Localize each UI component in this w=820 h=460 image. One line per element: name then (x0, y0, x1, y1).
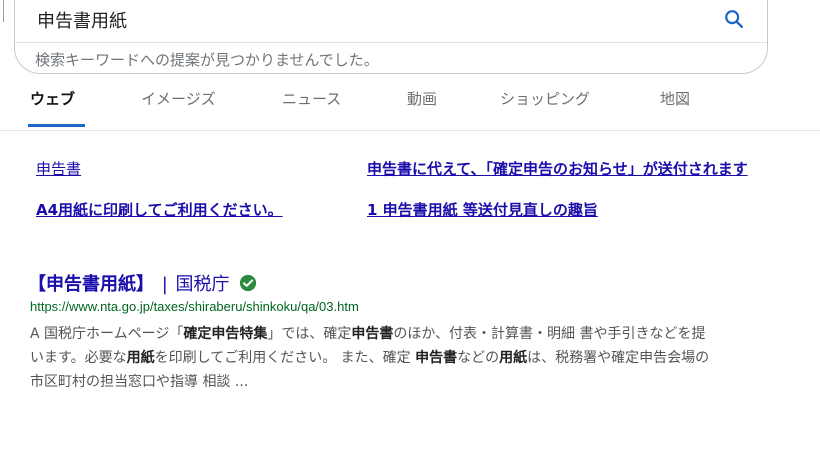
snippet-bold: 用紙 (499, 350, 528, 366)
snippet-bold: 申告書 (415, 350, 458, 366)
snippet-text: を印刷してご利用ください。 また、確定 (154, 350, 416, 366)
result-url[interactable]: https://www.nta.go.jp/taxes/shiraberu/sh… (30, 299, 359, 314)
snippet-text: などの (457, 350, 500, 366)
active-tab-indicator (28, 124, 85, 127)
related-link-shushi[interactable]: 1 申告書用紙 等送付見直しの趣旨 (367, 199, 598, 220)
tab-videos[interactable]: 動画 (407, 88, 437, 109)
search-box[interactable]: 申告書用紙 検索キーワードへの提案が見つかりませんでした。 (14, 0, 768, 74)
result-title-main: 【申告書用紙】 (28, 274, 154, 295)
snippet-text: のほか、付表・計算書・明細 書や手引きなどを提 (393, 326, 706, 342)
tab-news[interactable]: ニュース (282, 88, 341, 109)
snippet-bold: 用紙 (126, 350, 155, 366)
tab-images[interactable]: イメージズ (141, 88, 216, 109)
verified-check-icon (240, 274, 257, 292)
snippet-bold: 申告書 (351, 326, 394, 342)
tab-web[interactable]: ウェブ (30, 88, 75, 109)
search-input[interactable]: 申告書用紙 (37, 7, 127, 33)
snippet-text: います。必要な (30, 350, 127, 366)
tab-maps[interactable]: 地図 (660, 88, 690, 109)
snippet-text: 」では、確定 (267, 326, 352, 342)
related-link-oshirase[interactable]: 申告書に代えて、「確定申告のお知らせ」が送付されます (367, 158, 748, 179)
related-link-shinkokusho[interactable]: 申告書 (36, 158, 81, 179)
result-snippet-line-1: A 国税庁ホームページ「確定申告特集」では、確定申告書のほか、付表・計算書・明細… (30, 323, 820, 343)
window-edge (0, 0, 4, 22)
no-suggestion-text: 検索キーワードへの提案が見つかりませんでした。 (35, 51, 379, 69)
search-row[interactable]: 申告書用紙 (15, 0, 767, 43)
search-icon[interactable] (723, 8, 745, 30)
result-title-site: 国税庁 (175, 274, 230, 295)
related-link-a4[interactable]: A4用紙に印刷してご利用ください。 (36, 199, 283, 220)
tab-shopping[interactable]: ショッピング (500, 88, 590, 109)
result-snippet-line-3: 市区町村の担当窓口や指導 相談 ... (30, 374, 249, 390)
result-title-separator: | (161, 274, 168, 295)
result-title-link[interactable]: 【申告書用紙】 | 国税庁 (28, 270, 257, 296)
search-tabs: ウェブ イメージズ ニュース 動画 ショッピング 地図 (0, 88, 820, 131)
result-snippet-line-2: います。必要な用紙を印刷してご利用ください。 また、確定 申告書などの用紙は、税… (30, 347, 820, 367)
snippet-text: A 国税庁ホームページ「 (30, 326, 184, 342)
snippet-text: は、税務署や確定申告会場の (527, 350, 710, 366)
snippet-bold: 確定申告特集 (183, 326, 268, 342)
